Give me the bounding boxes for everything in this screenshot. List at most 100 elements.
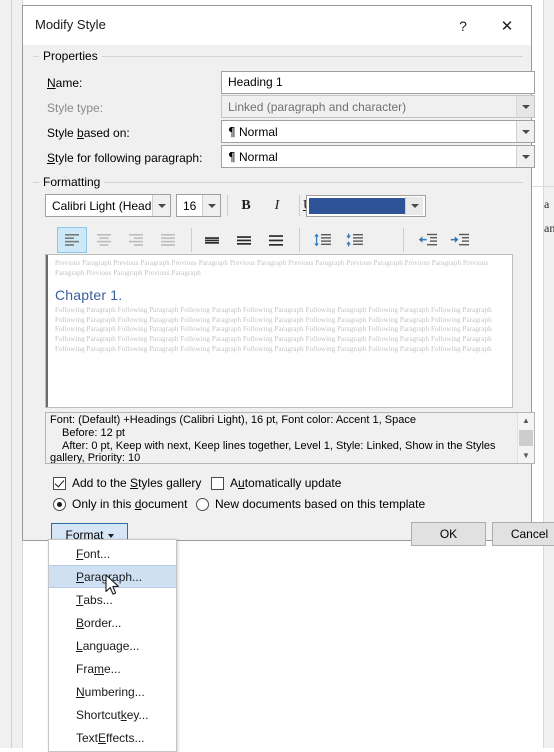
menu-item-text-effects[interactable]: Text Effects...	[49, 726, 176, 749]
formatting-group-title: Formatting	[39, 175, 104, 189]
align-right-button[interactable]	[121, 227, 151, 253]
align-right-icon	[128, 233, 144, 247]
description-line-1: Font: (Default) +Headings (Calibri Light…	[50, 414, 416, 426]
background-text-fragment: an	[544, 221, 554, 236]
caret-down-icon	[108, 534, 114, 538]
menu-item-shortcut-key[interactable]: Shortcut key...	[49, 703, 176, 726]
group-divider	[33, 182, 523, 183]
automatically-update-label: Automatically update	[230, 476, 341, 490]
font-size-combobox[interactable]: 16	[176, 194, 221, 217]
only-in-this-document-label: Only in this document	[72, 497, 187, 511]
style-type-value: Linked (paragraph and character)	[222, 100, 516, 114]
properties-group-title: Properties	[39, 49, 102, 63]
font-name-combobox[interactable]: Calibri Light (Head	[45, 194, 171, 217]
align-left-icon	[64, 233, 80, 247]
toolbar-separator	[191, 228, 192, 252]
group-divider	[33, 56, 523, 57]
italic-button[interactable]: I	[264, 194, 290, 218]
decrease-paragraph-spacing-icon	[345, 233, 364, 247]
style-following-paragraph-label: Style for following paragraph:	[47, 151, 202, 165]
preview-previous-paragraph: Previous Paragraph Previous Paragraph Pr…	[55, 259, 507, 278]
close-icon[interactable]: ✕	[487, 11, 527, 41]
name-input[interactable]: Heading 1	[221, 71, 535, 94]
style-type-label: Style type:	[47, 101, 103, 115]
align-justify-icon	[160, 233, 176, 247]
menu-item-frame[interactable]: Frame...	[49, 657, 176, 680]
checkbox-icon[interactable]	[211, 477, 224, 490]
chevron-down-icon[interactable]	[405, 197, 423, 215]
ok-button[interactable]: OK	[411, 522, 486, 546]
name-label: Name:	[47, 76, 82, 90]
preview-margin-marker	[46, 255, 48, 408]
align-justify-button[interactable]	[153, 227, 183, 253]
line-spacing-1half-button[interactable]	[229, 227, 259, 253]
style-based-on-combobox[interactable]: ¶ Normal	[221, 120, 535, 143]
font-name-value: Calibri Light (Head	[46, 199, 152, 213]
line-spacing-1half-icon	[236, 233, 252, 247]
font-color-combobox[interactable]	[306, 195, 426, 217]
description-line-4: gallery, Priority: 10	[50, 452, 140, 463]
new-documents-template-radio[interactable]: New documents based on this template	[196, 497, 425, 511]
align-center-button[interactable]	[89, 227, 119, 253]
new-documents-template-label: New documents based on this template	[215, 497, 425, 511]
menu-item-paragraph[interactable]: Paragraph...	[49, 565, 176, 588]
decrease-indent-button[interactable]	[413, 227, 443, 253]
increase-paragraph-spacing-icon	[313, 233, 332, 247]
toolbar-separator	[227, 195, 228, 216]
cancel-button[interactable]: Cancel	[492, 522, 554, 546]
toolbar-separator	[299, 195, 300, 216]
description-scrollbar[interactable]: ▲ ▼	[517, 413, 534, 463]
radio-icon[interactable]	[53, 498, 66, 511]
background-text-fragment: a	[544, 197, 549, 212]
font-color-swatch[interactable]	[309, 198, 405, 214]
scroll-up-icon[interactable]: ▲	[518, 413, 534, 428]
line-spacing-single-icon	[204, 233, 220, 247]
increase-paragraph-spacing-button[interactable]	[307, 227, 337, 253]
add-to-styles-gallery-label: Add to the Styles gallery	[72, 476, 201, 490]
help-icon[interactable]: ?	[443, 11, 483, 41]
add-to-styles-gallery-checkbox[interactable]: Add to the Styles gallery	[53, 476, 201, 490]
toolbar-separator	[299, 228, 300, 252]
decrease-paragraph-spacing-button[interactable]	[339, 227, 369, 253]
style-following-paragraph-combobox[interactable]: ¶ Normal	[221, 145, 535, 168]
modify-style-dialog: Modify Style ? ✕ Properties Name: Headin…	[22, 5, 532, 541]
menu-item-font[interactable]: Font...	[49, 542, 176, 565]
dialog-title: Modify Style	[35, 17, 106, 32]
line-spacing-double-icon	[268, 233, 284, 247]
description-line-2: Before: 12 pt	[50, 427, 513, 440]
chevron-down-icon[interactable]	[152, 195, 170, 216]
scrollbar-thumb[interactable]	[519, 430, 533, 446]
menu-item-tabs[interactable]: Tabs...	[49, 588, 176, 611]
style-description-box: Font: (Default) +Headings (Calibri Light…	[45, 412, 535, 464]
line-spacing-double-button[interactable]	[261, 227, 291, 253]
format-dropdown-menu: Font... Paragraph... Tabs... Border... L…	[48, 539, 177, 752]
line-spacing-single-button[interactable]	[197, 227, 227, 253]
checkbox-icon[interactable]	[53, 477, 66, 490]
increase-indent-icon	[450, 233, 470, 247]
decrease-indent-icon	[418, 233, 438, 247]
style-based-on-value: ¶ Normal	[222, 125, 516, 139]
bold-button[interactable]: B	[233, 194, 259, 218]
chevron-down-icon[interactable]	[516, 146, 534, 167]
radio-icon[interactable]	[196, 498, 209, 511]
style-based-on-label: Style based on:	[47, 126, 130, 140]
chevron-down-icon[interactable]	[202, 195, 220, 216]
description-line-3: After: 0 pt, Keep with next, Keep lines …	[50, 440, 513, 453]
align-center-icon	[96, 233, 112, 247]
toolbar-separator	[403, 228, 404, 252]
increase-indent-button[interactable]	[445, 227, 475, 253]
preview-heading-sample: Chapter 1.	[55, 287, 507, 303]
background-right-gutter	[543, 0, 554, 748]
scroll-down-icon[interactable]: ▼	[518, 448, 534, 463]
chevron-down-icon[interactable]	[516, 121, 534, 142]
automatically-update-checkbox[interactable]: Automatically update	[211, 476, 341, 490]
style-type-combobox: Linked (paragraph and character)	[221, 95, 535, 118]
menu-item-numbering[interactable]: Numbering...	[49, 680, 176, 703]
align-left-button[interactable]	[57, 227, 87, 253]
menu-item-language[interactable]: Language...	[49, 634, 176, 657]
style-description-text: Font: (Default) +Headings (Calibri Light…	[46, 413, 517, 463]
only-in-this-document-radio[interactable]: Only in this document	[53, 497, 187, 511]
font-size-value: 16	[177, 199, 202, 213]
menu-item-border[interactable]: Border...	[49, 611, 176, 634]
preview-following-paragraph: Following Paragraph Following Paragraph …	[55, 306, 507, 354]
